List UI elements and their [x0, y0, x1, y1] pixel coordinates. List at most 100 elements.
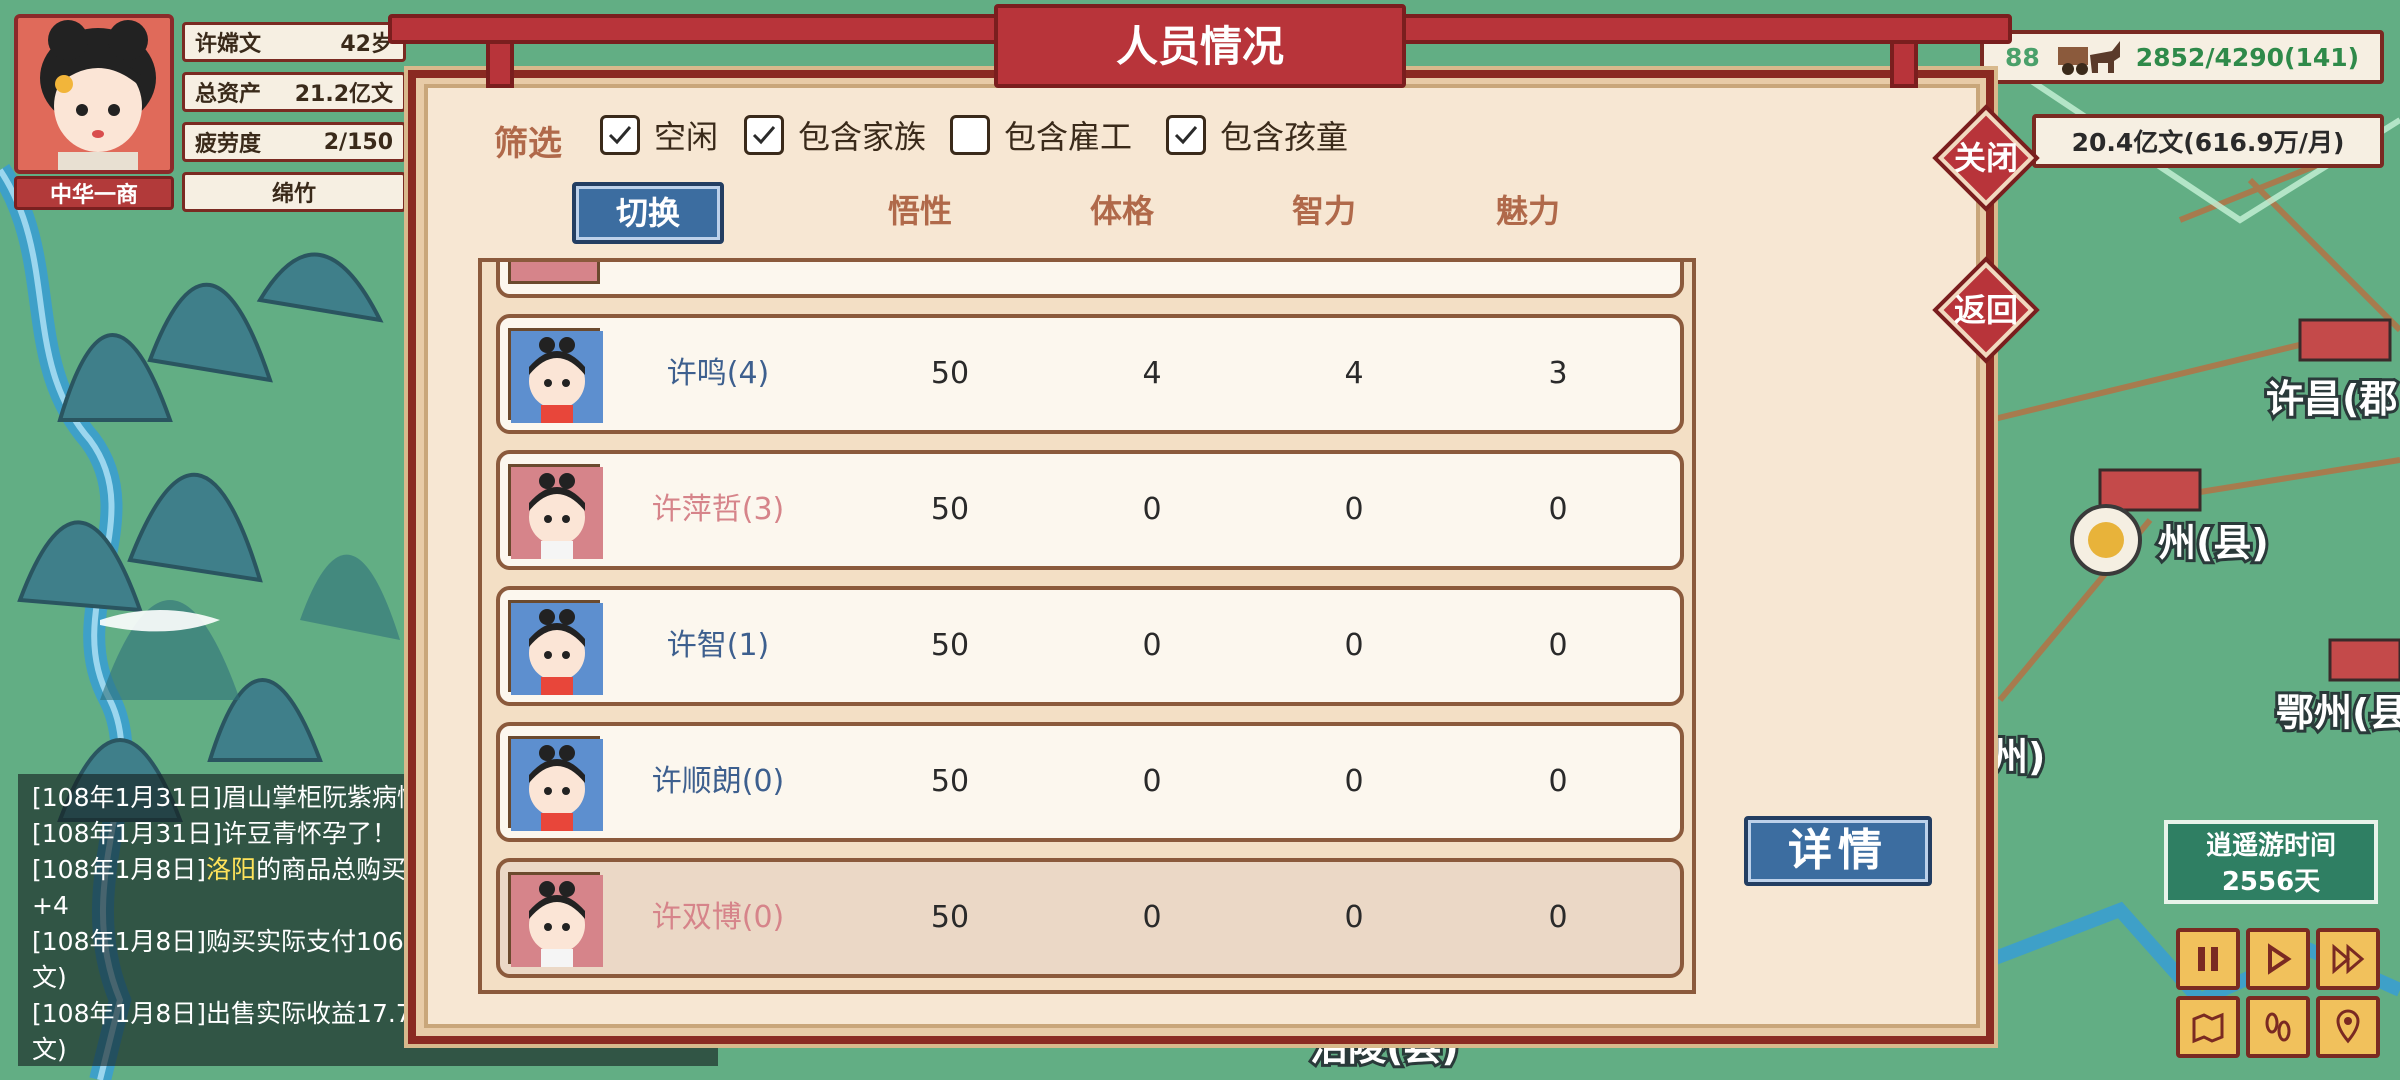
fatigue-label: 疲劳度 — [195, 132, 262, 157]
stat-value: 50 — [930, 764, 970, 799]
stat-value: 0 — [1548, 900, 1568, 935]
spouse-name: 绵竹 — [271, 182, 316, 207]
player-avatar[interactable] — [14, 14, 174, 174]
player-name: 许嫦文 — [195, 32, 262, 57]
player-title: 中华一商 — [14, 176, 174, 210]
stat-value: 4 — [1344, 356, 1364, 391]
list-item[interactable]: 许顺朗(0) 50 0 0 0 — [496, 722, 1684, 842]
log-text: [108年1月8日] — [32, 855, 207, 884]
fatigue-row: 疲劳度 2/150 — [182, 122, 406, 162]
filter-label: 筛选 — [494, 124, 562, 164]
map-label-city3[interactable]: 鄂州(县 — [2273, 688, 2400, 738]
column-header[interactable]: 体格 — [1062, 186, 1182, 232]
close-button-label: 关闭 — [1953, 139, 2018, 177]
filter-option-label: 包含家族 — [798, 118, 927, 156]
player-age: 42岁 — [340, 32, 393, 57]
checkbox-checked-icon[interactable] — [600, 115, 640, 155]
close-button[interactable]: 关闭 — [1937, 109, 2035, 207]
play-button[interactable] — [2246, 928, 2310, 990]
stat-value: 50 — [930, 492, 970, 527]
transport-left: 88 — [2004, 42, 2040, 72]
stat-value: 0 — [1344, 764, 1364, 799]
stat-value: 0 — [1548, 492, 1568, 527]
filter-option-1[interactable]: 空闲 — [600, 112, 718, 158]
log-city-link[interactable]: 洛阳 — [206, 855, 256, 884]
column-header[interactable]: 魅力 — [1468, 186, 1588, 232]
total-assets-label: 总资产 — [195, 82, 262, 107]
girl-portrait-icon — [508, 464, 603, 559]
stat-value: 0 — [1344, 900, 1364, 935]
stat-value: 0 — [1142, 628, 1162, 663]
stat-value: 3 — [1548, 356, 1568, 391]
member-name: 许智(1) — [666, 628, 770, 663]
stat-value: 50 — [930, 356, 970, 391]
dialog-post-left — [486, 40, 514, 88]
stat-value: 0 — [1142, 764, 1162, 799]
personnel-list[interactable]: 许鸣(4) 50 4 4 3 许萍哲(3) 50 0 0 0 许智(1) 50 0 0 0 许顺朗(0) 50 0… — [478, 258, 1696, 994]
stat-value: 0 — [1344, 492, 1364, 527]
filter-option-label: 包含孩童 — [1220, 118, 1349, 156]
filter-option-3[interactable]: 包含雇工 — [950, 112, 1132, 158]
travel-time-panel: 逍遥游时间 2556天 — [2164, 820, 2378, 904]
dialog-title: 人员情况 — [994, 4, 1406, 88]
list-item[interactable]: 许智(1) 50 0 0 0 — [496, 586, 1684, 706]
girl-portrait-icon — [508, 872, 603, 967]
filter-option-4[interactable]: 包含孩童 — [1166, 112, 1348, 158]
fast-forward-icon — [2332, 943, 2365, 975]
transport-capacity[interactable]: 88 2852/4290(141) — [1980, 30, 2384, 84]
location-button[interactable] — [2316, 996, 2380, 1058]
stat-value: 0 — [1548, 628, 1568, 663]
transport-value: 2852/4290(141) — [2135, 42, 2360, 72]
member-name: 许萍哲(3) — [651, 492, 785, 527]
map-label-city2[interactable]: 州(县) — [2155, 518, 2272, 568]
list-item[interactable]: 许鸣(4) 50 4 4 3 — [496, 314, 1684, 434]
filter-option-label: 包含雇工 — [1004, 118, 1133, 156]
stat-value: 0 — [1142, 900, 1162, 935]
travel-time-days: 2556天 — [2221, 867, 2321, 897]
stat-value: 0 — [1344, 628, 1364, 663]
stat-value: 50 — [930, 628, 970, 663]
checkbox-unchecked-icon[interactable] — [950, 115, 990, 155]
boy-portrait-icon — [508, 328, 603, 423]
member-name: 许顺朗(0) — [651, 764, 785, 799]
switch-button[interactable]: 切换 — [572, 182, 724, 244]
map-view-button[interactable] — [2176, 996, 2240, 1058]
list-item-partial[interactable] — [496, 262, 1684, 298]
boy-portrait-icon — [508, 600, 603, 695]
location-pin-icon — [2336, 1009, 2360, 1044]
list-item[interactable]: 许双博(0) 50 0 0 0 — [496, 858, 1684, 978]
fatigue-value: 2/150 — [323, 129, 393, 155]
pause-button[interactable] — [2176, 928, 2240, 990]
back-button-label: 返回 — [1953, 291, 2018, 329]
pause-icon — [2198, 947, 2218, 971]
log-text: 的商品总购买量 — [256, 855, 432, 884]
stat-value: 50 — [930, 900, 970, 935]
column-header[interactable]: 悟性 — [860, 186, 980, 232]
money-display[interactable]: 20.4亿文(616.9万/月) — [2032, 114, 2384, 168]
footprints-icon — [2265, 1012, 2291, 1042]
map-label-city1[interactable]: 许昌(郡 — [2263, 374, 2400, 424]
detail-button[interactable]: 详情 — [1744, 816, 1932, 886]
money-value: 20.4亿文(616.9万/月) — [2071, 128, 2345, 157]
horse-cart-icon — [2057, 41, 2120, 75]
list-item[interactable]: 许萍哲(3) 50 0 0 0 — [496, 450, 1684, 570]
fast-forward-button[interactable] — [2316, 928, 2380, 990]
member-name: 许双博(0) — [651, 900, 785, 935]
spouse-row[interactable]: 绵竹 — [182, 172, 406, 212]
stat-value: 0 — [1548, 764, 1568, 799]
map-label-city4[interactable]: 州) — [1987, 732, 2048, 782]
child-portrait-icon — [508, 262, 600, 284]
checkbox-checked-icon[interactable] — [744, 115, 784, 155]
filter-option-2[interactable]: 包含家族 — [744, 112, 926, 158]
footprints-button[interactable] — [2246, 996, 2310, 1058]
back-button[interactable]: 返回 — [1937, 261, 2035, 359]
checkbox-checked-icon[interactable] — [1166, 115, 1206, 155]
boy-portrait-icon — [508, 736, 603, 831]
map-icon — [2192, 1012, 2224, 1044]
filter-option-label: 空闲 — [654, 118, 719, 156]
travel-time-label: 逍遥游时间 — [2205, 831, 2336, 861]
column-header[interactable]: 智力 — [1264, 186, 1384, 232]
player-name-row: 许嫦文 42岁 — [182, 22, 406, 62]
stat-value: 0 — [1142, 492, 1162, 527]
total-assets-value: 21.2亿文 — [294, 82, 393, 107]
